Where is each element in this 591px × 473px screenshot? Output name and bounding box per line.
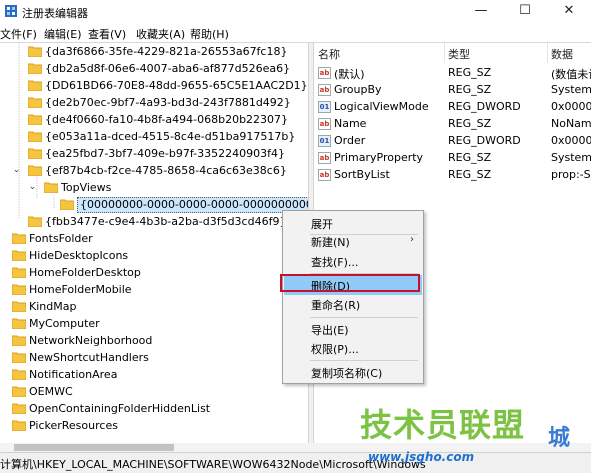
folder-icon bbox=[12, 284, 26, 295]
menu-help[interactable]: 帮助(H) bbox=[190, 26, 229, 42]
folder-icon bbox=[12, 301, 26, 312]
menu-item-copy-key-name[interactable]: 复制项名称(C) bbox=[284, 362, 422, 382]
column-header-name[interactable]: 名称 bbox=[318, 46, 340, 62]
folder-icon bbox=[28, 216, 42, 227]
window-title: 注册表编辑器 bbox=[22, 7, 88, 20]
string-value-icon: ab bbox=[318, 152, 331, 164]
folder-icon bbox=[28, 97, 42, 108]
folder-icon bbox=[28, 63, 42, 74]
menu-item-rename[interactable]: 重命名(R) bbox=[284, 294, 422, 314]
maximize-button[interactable]: ☐ bbox=[503, 0, 547, 24]
regedit-app-icon bbox=[5, 5, 17, 17]
folder-icon bbox=[28, 114, 42, 125]
value-row[interactable]: ab GroupBy REG_SZ System.S bbox=[314, 82, 591, 99]
folder-icon bbox=[12, 386, 26, 397]
menu-separator bbox=[310, 360, 418, 361]
menu-edit[interactable]: 编辑(E) bbox=[44, 26, 82, 42]
status-bar: 计算机\HKEY_LOCAL_MACHINE\SOFTWARE\WOW6432N… bbox=[0, 452, 591, 473]
open-folder-icon bbox=[28, 165, 42, 176]
menu-view[interactable]: 查看(V) bbox=[88, 26, 126, 42]
context-menu: 展开 新建(N) › 查找(F)... 删除(D) 重命名(R) 导出(E) 权… bbox=[282, 210, 424, 384]
string-value-icon: ab bbox=[318, 84, 331, 96]
string-value-icon: ab bbox=[318, 169, 331, 181]
value-row[interactable]: ab SortByList REG_SZ prop:-Sy bbox=[314, 167, 591, 184]
column-divider[interactable] bbox=[444, 43, 445, 63]
menu-bar: 文件(F) 编辑(E) 查看(V) 收藏夹(A) 帮助(H) bbox=[0, 24, 591, 42]
title-bar: 注册表编辑器 — ☐ ✕ bbox=[0, 0, 591, 24]
value-row[interactable]: ab (默认) REG_SZ (数值未设 bbox=[314, 65, 591, 82]
folder-icon bbox=[28, 131, 42, 142]
dword-value-icon: 01 bbox=[318, 135, 331, 147]
status-path: 计算机\HKEY_LOCAL_MACHINE\SOFTWARE\WOW6432N… bbox=[0, 458, 426, 471]
column-divider[interactable] bbox=[547, 43, 548, 63]
watermark-url: www.jsgho.com bbox=[368, 450, 475, 464]
collapse-chevron-icon[interactable]: ⌄ bbox=[12, 166, 21, 175]
open-folder-icon bbox=[44, 182, 58, 193]
open-folder-icon bbox=[60, 199, 74, 210]
watermark-logo-text: 技术员联盟 bbox=[360, 406, 526, 444]
scrollbar-thumb[interactable] bbox=[14, 444, 174, 451]
folder-icon bbox=[12, 420, 26, 431]
value-row[interactable]: ab PrimaryProperty REG_SZ System.S bbox=[314, 150, 591, 167]
column-header-type[interactable]: 类型 bbox=[448, 46, 470, 62]
folder-icon bbox=[28, 148, 42, 159]
menu-item-permissions[interactable]: 权限(P)... bbox=[284, 338, 422, 358]
menu-item-expand[interactable]: 展开 bbox=[284, 213, 422, 233]
registry-tree[interactable]: {da3f6866-35fe-4229-821a-26553a67fc18} {… bbox=[0, 43, 308, 443]
folder-icon bbox=[12, 318, 26, 329]
value-row[interactable]: 01 Order REG_DWORD 0x00000 bbox=[314, 133, 591, 150]
menu-item-export[interactable]: 导出(E) bbox=[284, 319, 422, 339]
watermark-side-text: 城 bbox=[548, 426, 571, 451]
folder-icon bbox=[12, 352, 26, 363]
collapse-chevron-icon[interactable]: ⌄ bbox=[28, 183, 37, 192]
highlight-annotation-box bbox=[280, 274, 420, 292]
folder-icon bbox=[12, 267, 26, 278]
menu-separator bbox=[310, 317, 418, 318]
menu-item-find[interactable]: 查找(F)... bbox=[284, 251, 422, 271]
submenu-arrow-icon: › bbox=[410, 234, 414, 245]
string-value-icon: ab bbox=[318, 118, 331, 130]
folder-icon bbox=[28, 80, 42, 91]
menu-file[interactable]: 文件(F) bbox=[0, 26, 37, 42]
menu-item-new[interactable]: 新建(N) › bbox=[284, 231, 422, 251]
string-value-icon: ab bbox=[318, 67, 331, 79]
dword-value-icon: 01 bbox=[318, 101, 331, 113]
folder-icon bbox=[12, 369, 26, 380]
menu-favorites[interactable]: 收藏夹(A) bbox=[136, 26, 185, 42]
folder-icon bbox=[12, 233, 26, 244]
value-row[interactable]: 01 LogicalViewMode REG_DWORD 0x00000 bbox=[314, 99, 591, 116]
folder-icon bbox=[12, 403, 26, 414]
minimize-button[interactable]: — bbox=[459, 0, 503, 24]
folder-icon bbox=[12, 250, 26, 261]
folder-icon bbox=[12, 335, 26, 346]
column-header-data[interactable]: 数据 bbox=[551, 46, 573, 62]
value-row[interactable]: ab Name REG_SZ NoNam bbox=[314, 116, 591, 133]
close-button[interactable]: ✕ bbox=[547, 0, 591, 24]
folder-icon bbox=[28, 46, 42, 57]
